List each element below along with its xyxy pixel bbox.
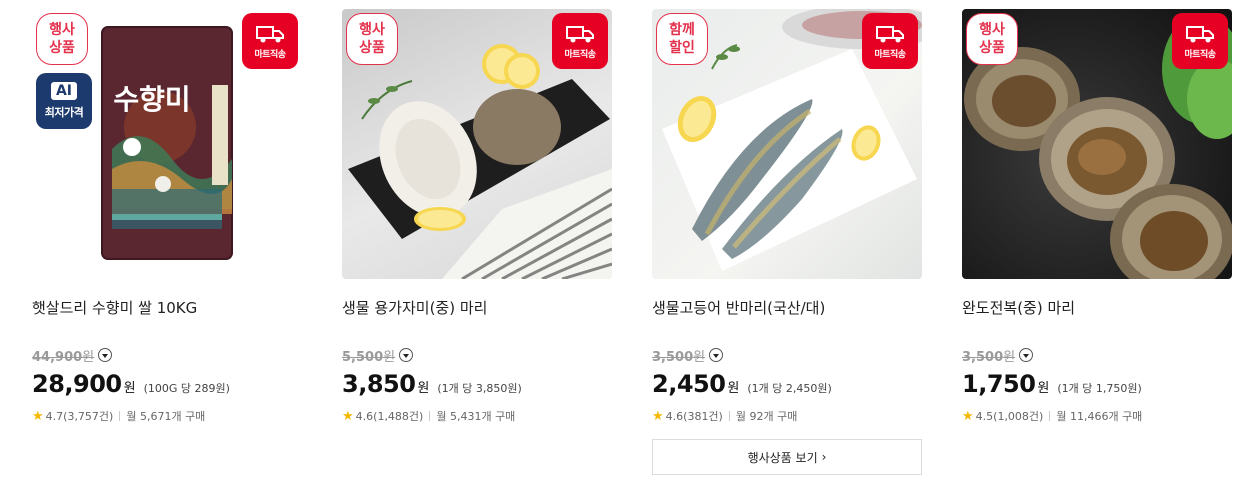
product-image[interactable]: 수향미 행사 상품 AI 최저가격 마트직송 xyxy=(32,9,302,279)
truck-icon xyxy=(876,25,904,42)
price-info-button[interactable] xyxy=(709,348,724,362)
truck-icon xyxy=(256,25,284,42)
price-info-button[interactable] xyxy=(399,348,414,362)
star-icon: ★ xyxy=(342,408,354,424)
product-card[interactable]: 수향미 행사 상품 AI 최저가격 마트직송 햇살드리 수향미 쌀 10KG 4… xyxy=(32,0,302,424)
mart-delivery-badge: 마트직송 xyxy=(862,13,918,69)
product-title[interactable]: 완도전복(중) 마리 xyxy=(962,297,1232,319)
sale-price: 1,750 xyxy=(962,370,1036,398)
rating-text: 4.6(381건) xyxy=(665,410,723,423)
product-image[interactable]: 행사 상품 마트직송 xyxy=(342,9,612,279)
unit-price: (1개 당 1,750원) xyxy=(1057,382,1142,395)
chevron-down-icon xyxy=(102,353,109,358)
mart-delivery-label: 마트직송 xyxy=(564,49,596,60)
mart-delivery-badge: 마트직송 xyxy=(1172,13,1228,69)
promo-badge: 행사 상품 xyxy=(346,13,398,65)
rating-text: 4.7(3,757건) xyxy=(45,410,114,423)
sale-price: 3,850 xyxy=(342,370,416,398)
chevron-right-icon: › xyxy=(821,450,827,464)
divider xyxy=(429,411,431,421)
original-price: 5,500원 xyxy=(342,349,396,365)
monthly-purchases: 월 92개 구매 xyxy=(735,410,798,423)
original-price: 44,900원 xyxy=(32,349,95,365)
monthly-purchases: 월 5,671개 구매 xyxy=(126,410,206,423)
product-title[interactable]: 생물고등어 반마리(국산/대) xyxy=(652,297,922,319)
star-icon: ★ xyxy=(652,408,664,424)
star-icon: ★ xyxy=(962,408,974,424)
product-card[interactable]: 행사 상품 마트직송 생물 용가자미(중) 마리 5,500원 3,850 원 … xyxy=(342,0,612,424)
mart-delivery-label: 마트직송 xyxy=(254,49,286,60)
product-image[interactable]: 행사 상품 마트직송 xyxy=(962,9,1232,279)
ai-lowest-price-badge: AI 최저가격 xyxy=(36,73,92,129)
truck-icon xyxy=(566,25,594,42)
rating-text: 4.6(1,488건) xyxy=(355,410,424,423)
unit-price: (1개 당 2,450원) xyxy=(747,382,832,395)
divider xyxy=(728,411,730,421)
sale-price: 2,450 xyxy=(652,370,726,398)
product-image[interactable]: 함께 할인 마트직송 xyxy=(652,9,922,279)
view-promo-products-button[interactable]: 행사상품 보기 › xyxy=(652,439,922,475)
currency-label: 원 xyxy=(1037,381,1050,396)
promo-badge: 행사 상품 xyxy=(36,13,88,65)
mart-delivery-badge: 마트직송 xyxy=(242,13,298,69)
mart-delivery-label: 마트직송 xyxy=(874,49,906,60)
currency-label: 원 xyxy=(417,381,430,396)
price-info-button[interactable] xyxy=(98,348,113,362)
original-price: 3,500원 xyxy=(652,349,706,365)
currency-label: 원 xyxy=(727,381,740,396)
product-title[interactable]: 햇살드리 수향미 쌀 10KG xyxy=(32,297,302,319)
ai-label: AI xyxy=(50,82,78,100)
product-title[interactable]: 생물 용가자미(중) 마리 xyxy=(342,297,612,319)
chevron-down-icon xyxy=(713,353,720,358)
monthly-purchases: 월 11,466개 구매 xyxy=(1056,410,1143,423)
currency-label: 원 xyxy=(123,381,136,396)
star-icon: ★ xyxy=(32,408,44,424)
mart-delivery-badge: 마트직송 xyxy=(552,13,608,69)
price-info-button[interactable] xyxy=(1019,348,1034,362)
monthly-purchases: 월 5,431개 구매 xyxy=(436,410,516,423)
product-card[interactable]: 행사 상품 마트직송 완도전복(중) 마리 3,500원 1,750 원 (1개… xyxy=(962,0,1232,424)
sale-price: 28,900 xyxy=(32,370,122,398)
package-brand-text: 수향미 xyxy=(113,83,190,116)
chevron-down-icon xyxy=(1023,353,1030,358)
promo-badge: 함께 할인 xyxy=(656,13,708,65)
divider xyxy=(119,411,121,421)
divider xyxy=(1049,411,1051,421)
unit-price: (100G 당 289원) xyxy=(143,382,230,395)
chevron-down-icon xyxy=(403,353,410,358)
promo-badge: 행사 상품 xyxy=(966,13,1018,65)
mart-delivery-label: 마트직송 xyxy=(1184,49,1216,60)
product-card[interactable]: 함께 할인 마트직송 생물고등어 반마리(국산/대) 3,500원 2,450 … xyxy=(652,0,922,424)
original-price: 3,500원 xyxy=(962,349,1016,365)
ai-lowest-price-label: 최저가격 xyxy=(44,106,84,119)
unit-price: (1개 당 3,850원) xyxy=(437,382,522,395)
view-promo-products-label: 행사상품 보기 xyxy=(747,450,818,465)
rating-text: 4.5(1,008건) xyxy=(975,410,1044,423)
truck-icon xyxy=(1186,25,1214,42)
